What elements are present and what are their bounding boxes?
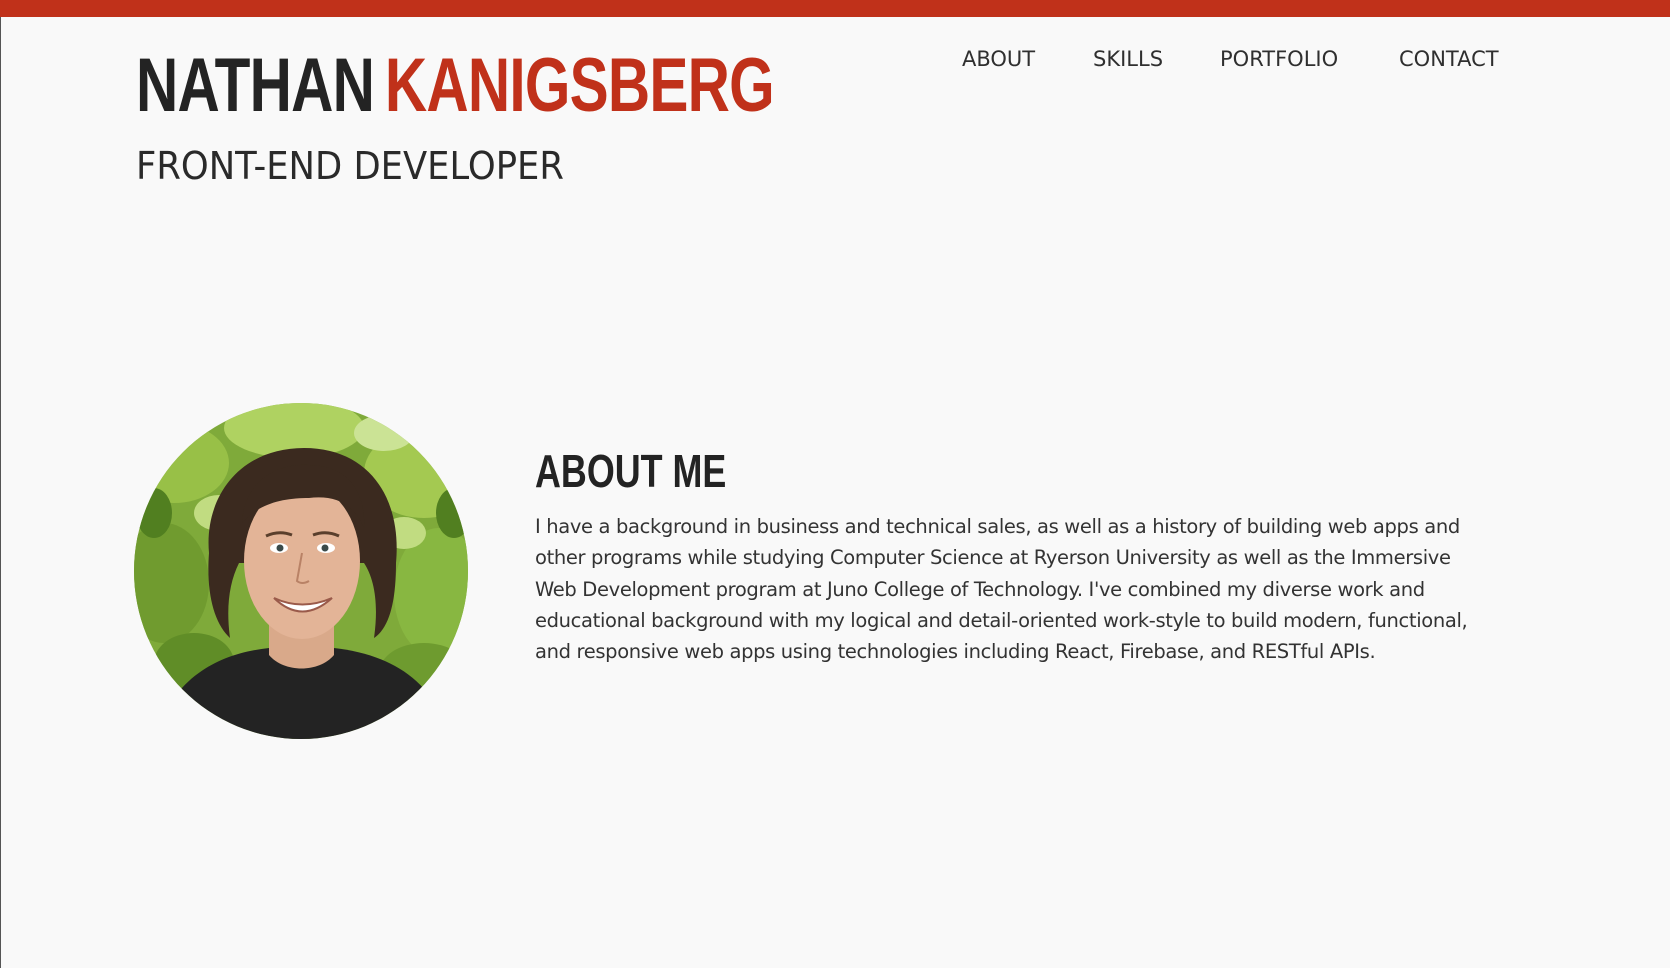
about-heading: ABOUT ME <box>535 445 727 497</box>
nav-link-portfolio[interactable]: PORTFOLIO <box>1220 44 1338 74</box>
top-accent-bar <box>0 0 1670 17</box>
nav-link-contact[interactable]: CONTACT <box>1399 44 1499 74</box>
nav-link-skills[interactable]: SKILLS <box>1093 44 1163 74</box>
last-name: KANIGSBERG <box>384 43 775 128</box>
about-section: ABOUT ME I have a background in business… <box>535 443 1485 667</box>
window-edge <box>0 17 1 968</box>
first-name: NATHAN <box>136 43 375 128</box>
profile-photo <box>134 403 468 739</box>
site-header: NATHAN KANIGSBERG FRONT-END DEVELOPER <box>136 43 964 189</box>
about-description: I have a background in business and tech… <box>535 515 1468 664</box>
nav-link-about[interactable]: ABOUT <box>962 44 1035 74</box>
job-title: FRONT-END DEVELOPER <box>136 144 564 188</box>
site-title[interactable]: NATHAN KANIGSBERG <box>136 43 775 128</box>
